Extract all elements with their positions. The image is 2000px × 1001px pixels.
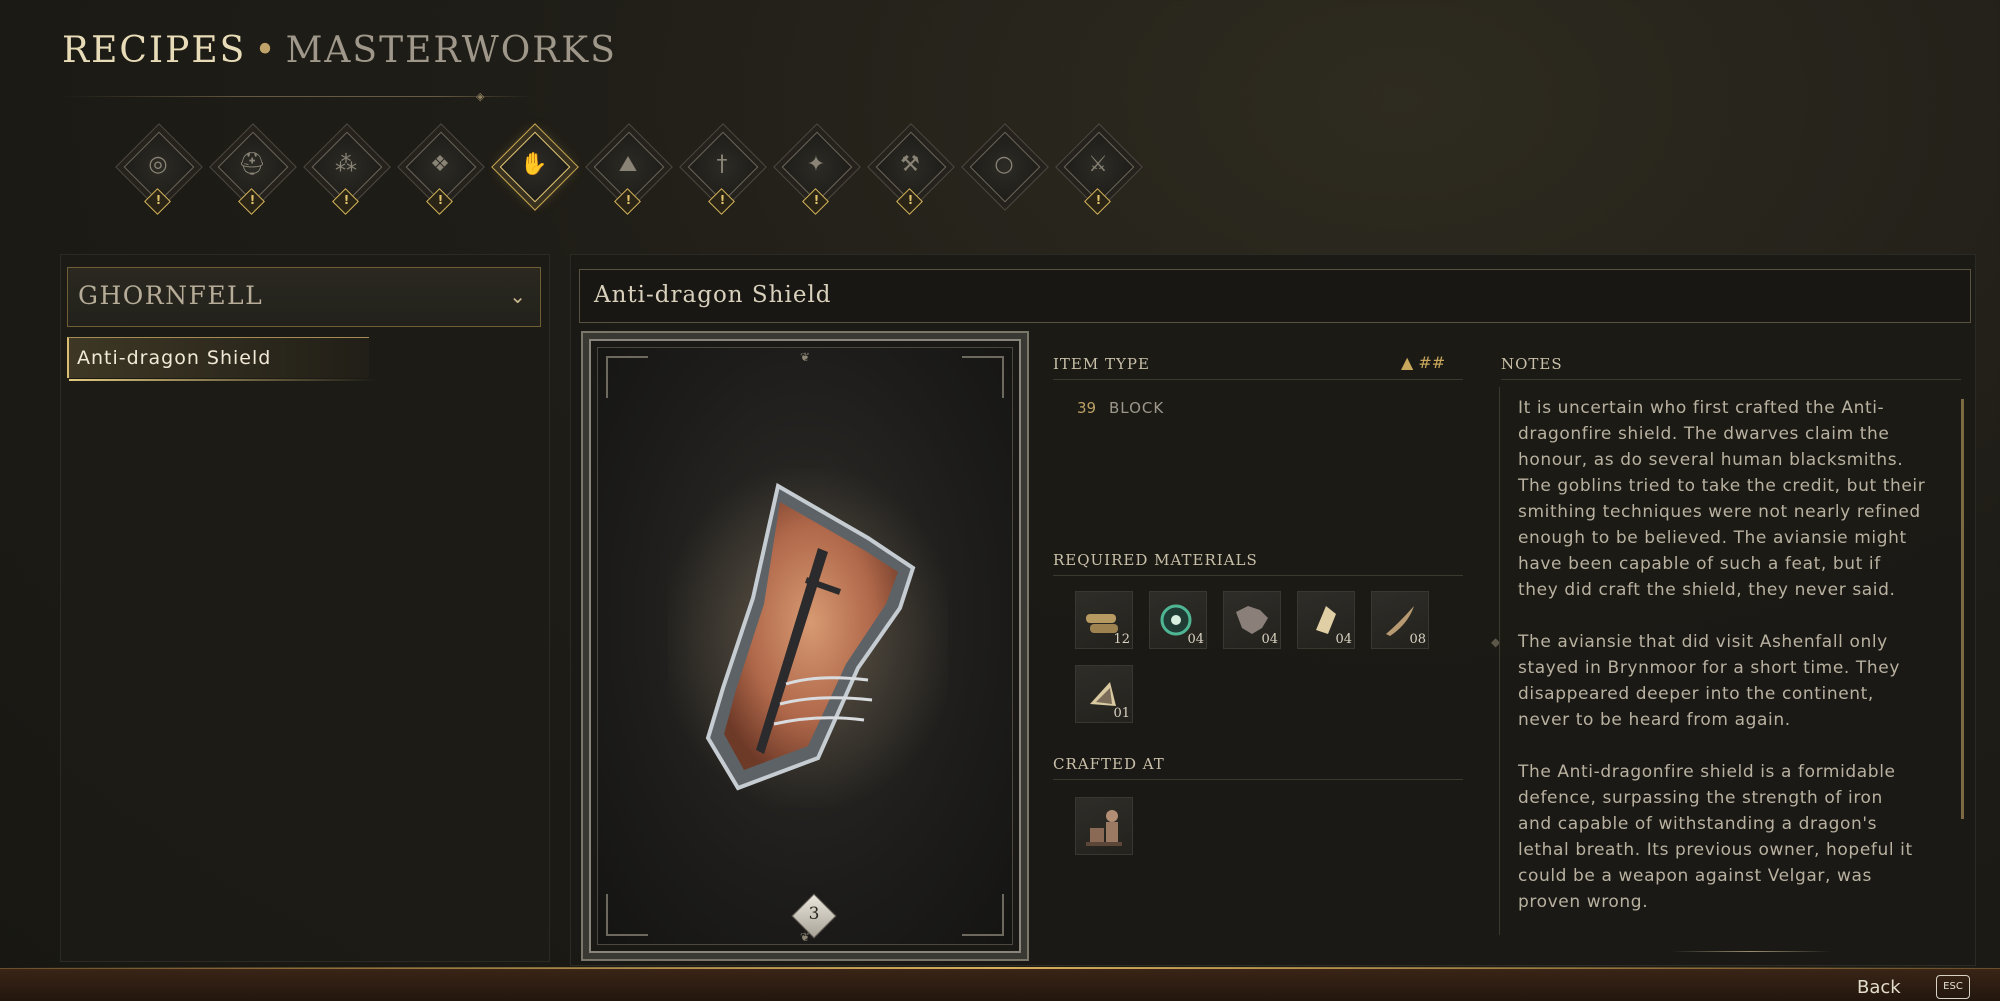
required-materials-label: REQUIRED MATERIALS [1053, 551, 1258, 569]
alert-icon: ! [437, 193, 444, 207]
section-divider [1053, 575, 1463, 576]
notes-text: It is uncertain who first crafted the An… [1518, 398, 1926, 912]
ring-spiral-icon: ◎ [148, 152, 168, 177]
forge-station-icon[interactable] [1075, 797, 1133, 855]
section-divider [1053, 379, 1463, 380]
pickaxe-icon: ⚒ [900, 152, 920, 177]
alert-icon: ! [343, 193, 350, 207]
item-type-label: ITEM TYPE [1053, 355, 1150, 373]
category-tab-ore-pile[interactable]: ⁂! [308, 131, 384, 224]
tier-value: 3 [808, 904, 820, 924]
page-title-primary: RECIPES [62, 30, 247, 71]
item-title: Anti-dragon Shield [594, 282, 832, 308]
footer-glow [0, 967, 2000, 969]
category-tab-sparkle[interactable]: ✦! [778, 131, 854, 224]
material-count: 01 [1113, 706, 1130, 721]
category-tab-cluster[interactable]: ❖! [402, 131, 478, 224]
item-card-frame: ❦ ❦ 3 [597, 347, 1013, 945]
alert-icon: ! [1095, 193, 1102, 207]
item-card: ❦ ❦ 3 [581, 331, 1029, 961]
shield-icon [668, 468, 948, 808]
recipe-list-item[interactable]: Anti-dragon Shield [67, 337, 379, 381]
section-divider [1053, 779, 1463, 780]
alert-icon: ! [813, 193, 820, 207]
category-tab-ring[interactable]: ○ [966, 131, 1042, 224]
recipe-detail-panel: Anti-dragon Shield ❦ ❦ 3 ITEM TYPE ▲ ## … [570, 254, 1976, 966]
region-dropdown-label: GHORNFELL [78, 281, 264, 310]
material-slot[interactable]: 04 [1223, 591, 1281, 649]
category-tab-pickaxe[interactable]: ⚒! [872, 131, 948, 224]
category-tab-helmet[interactable]: ⛑! [214, 131, 290, 224]
chevron-down-icon: ⌄ [509, 284, 526, 308]
axe-icon: ⚔ [1088, 152, 1108, 177]
back-button[interactable]: ESC [1936, 975, 1970, 999]
material-slot[interactable]: 12 [1075, 591, 1133, 649]
card-bottom-ornament: ❦ [799, 930, 811, 944]
treasure-pile-icon: ⛰ [618, 152, 638, 177]
category-tab-axe[interactable]: ⚔! [1060, 131, 1136, 224]
material-count: 04 [1335, 632, 1352, 647]
card-top-ornament: ❦ [799, 350, 811, 364]
back-label: Back [1857, 977, 1901, 998]
material-slot[interactable]: 08 [1371, 591, 1429, 649]
category-tab-treasure-pile[interactable]: ⛰! [590, 131, 666, 224]
ring-icon: ○ [994, 152, 1014, 177]
cluster-icon: ❖ [430, 152, 450, 177]
category-tab-sword[interactable]: †! [684, 131, 760, 224]
stat-value: 39 [1077, 399, 1097, 417]
material-count: 12 [1113, 632, 1130, 647]
alert-icon: ! [907, 193, 914, 207]
material-count: 04 [1187, 632, 1204, 647]
category-tab-ring-spiral[interactable]: ◎! [120, 131, 196, 224]
title-separator: • [254, 30, 278, 71]
section-divider [1501, 379, 1961, 380]
item-type-icons: ▲ ## [1401, 353, 1446, 372]
helmet-icon: ⛑ [238, 152, 266, 177]
footer-bar: Back ESC [0, 967, 2000, 1001]
header-divider [62, 96, 532, 97]
material-count: 04 [1261, 632, 1278, 647]
material-slot[interactable]: 01 [1075, 665, 1133, 723]
notes-label: NOTES [1501, 355, 1563, 373]
ore-pile-icon: ⁂ [335, 152, 357, 177]
material-slot[interactable]: 04 [1149, 591, 1207, 649]
notes-box[interactable]: It is uncertain who first crafted the An… [1499, 387, 1964, 935]
notes-scrollbar[interactable] [1961, 399, 1964, 819]
stat-name: BLOCK [1109, 399, 1165, 417]
material-count: 08 [1409, 632, 1426, 647]
alert-icon: ! [625, 193, 632, 207]
category-tab-gauntlet[interactable]: ✋ [496, 131, 572, 224]
crafted-at-label: CRAFTED AT [1053, 755, 1165, 773]
header-divider-ornament: ◈ [476, 90, 485, 103]
sword-icon: † [716, 152, 728, 177]
material-slot[interactable]: 04 [1297, 591, 1355, 649]
category-tabs: ◎! ⛑! ⁂! ❖! ✋ ⛰! †! ✦! ⚒! ○ ⚔! [120, 131, 1140, 224]
notes-bottom-ornament [1671, 951, 1831, 952]
recipe-list-item-label: Anti-dragon Shield [77, 347, 272, 369]
alert-icon: ! [249, 193, 256, 207]
sparkle-icon: ✦ [806, 152, 826, 177]
gauntlet-icon: ✋ [520, 152, 548, 177]
alert-icon: ! [719, 193, 726, 207]
recipe-list-panel: GHORNFELL ⌄ Anti-dragon Shield [60, 254, 550, 962]
alert-icon: ! [155, 193, 162, 207]
region-dropdown[interactable]: GHORNFELL ⌄ [67, 267, 541, 327]
page-title-secondary: MASTERWORKS [285, 30, 617, 71]
page-title: RECIPES • MASTERWORKS [62, 30, 617, 71]
item-title-bar: Anti-dragon Shield [579, 269, 1971, 323]
